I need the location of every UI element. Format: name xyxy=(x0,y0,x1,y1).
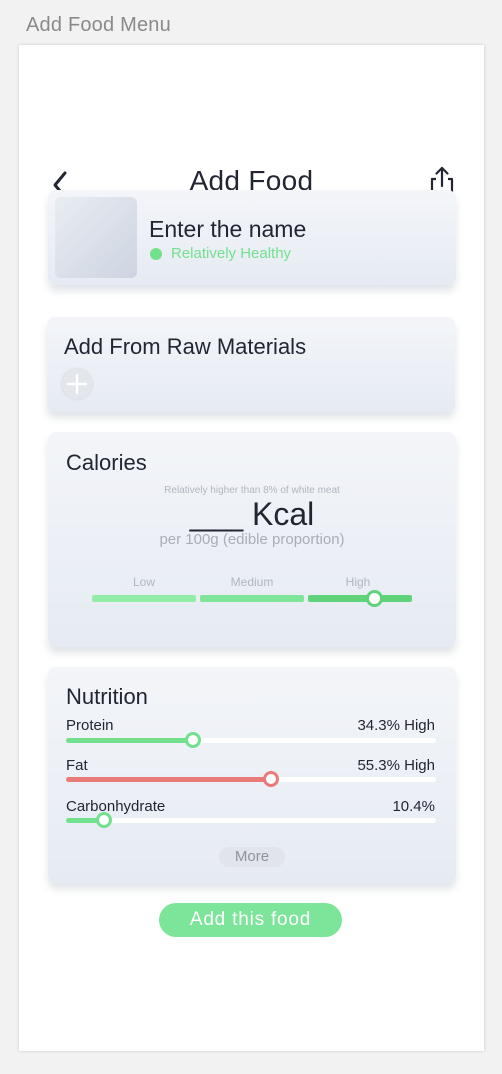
frame-title: Add Food Menu xyxy=(26,14,171,36)
nutrient-knob-carbonhydrate[interactable] xyxy=(96,811,113,828)
food-image-placeholder[interactable] xyxy=(55,197,137,278)
add-food-button[interactable]: Add this food xyxy=(159,903,342,937)
nutrient-knob-fat[interactable] xyxy=(262,770,279,787)
nutrient-label-fat: Fat xyxy=(66,757,88,774)
calories-value: ___ Kcal xyxy=(189,496,315,532)
nutrient-bar-carbonhydrate xyxy=(66,811,436,828)
food-name-field[interactable]: Enter the name xyxy=(149,216,306,243)
plus-icon xyxy=(66,373,88,395)
nutrient-bar-fat xyxy=(66,770,436,787)
phone-screen: Add Food Enter the name Relatively Healt… xyxy=(19,45,484,1051)
calories-card: Calories Relatively higher than 8% of wh… xyxy=(48,432,456,647)
level-label-low: Low xyxy=(132,575,155,589)
nutrient-knob-protein[interactable] xyxy=(184,731,201,748)
more-button[interactable]: More xyxy=(219,847,285,867)
raw-materials-card: Add From Raw Materials xyxy=(47,317,455,412)
nutrient-value-carbonhydrate: 10.4% xyxy=(392,798,435,815)
calories-unit-note: per 100g (edible proportion) xyxy=(159,531,345,548)
health-status-label: Relatively Healthy xyxy=(171,245,292,262)
nutrition-title: Nutrition xyxy=(66,684,148,709)
calorie-level-indicator[interactable] xyxy=(365,590,383,607)
nutrient-value-protein: 34.3% High xyxy=(357,717,435,734)
nutrient-label-protein: Protein xyxy=(66,717,114,734)
raw-materials-title: Add From Raw Materials xyxy=(64,334,307,359)
calories-comparison-note: Relatively higher than 8% of white meat xyxy=(164,485,340,496)
level-label-high: High xyxy=(345,575,371,589)
food-name-card: Enter the name Relatively Healthy xyxy=(48,190,456,285)
level-bar-medium xyxy=(200,595,304,602)
add-raw-material-button[interactable] xyxy=(62,369,92,399)
level-label-medium: Medium xyxy=(230,575,274,589)
nutrient-fill-fat xyxy=(66,777,271,782)
level-bar-high xyxy=(308,595,412,602)
calories-title: Calories xyxy=(66,450,147,475)
nutrient-label-carbonhydrate: Carbonhydrate xyxy=(66,798,166,815)
health-status-dot xyxy=(150,248,162,260)
nutrient-fill-protein xyxy=(66,738,193,743)
nutrition-card: Nutrition Protein 34.3% High Fat 55.3% H… xyxy=(48,667,456,883)
level-bar-low xyxy=(92,595,196,602)
nutrient-value-fat: 55.3% High xyxy=(357,757,435,774)
nutrient-bar-protein xyxy=(66,731,436,748)
